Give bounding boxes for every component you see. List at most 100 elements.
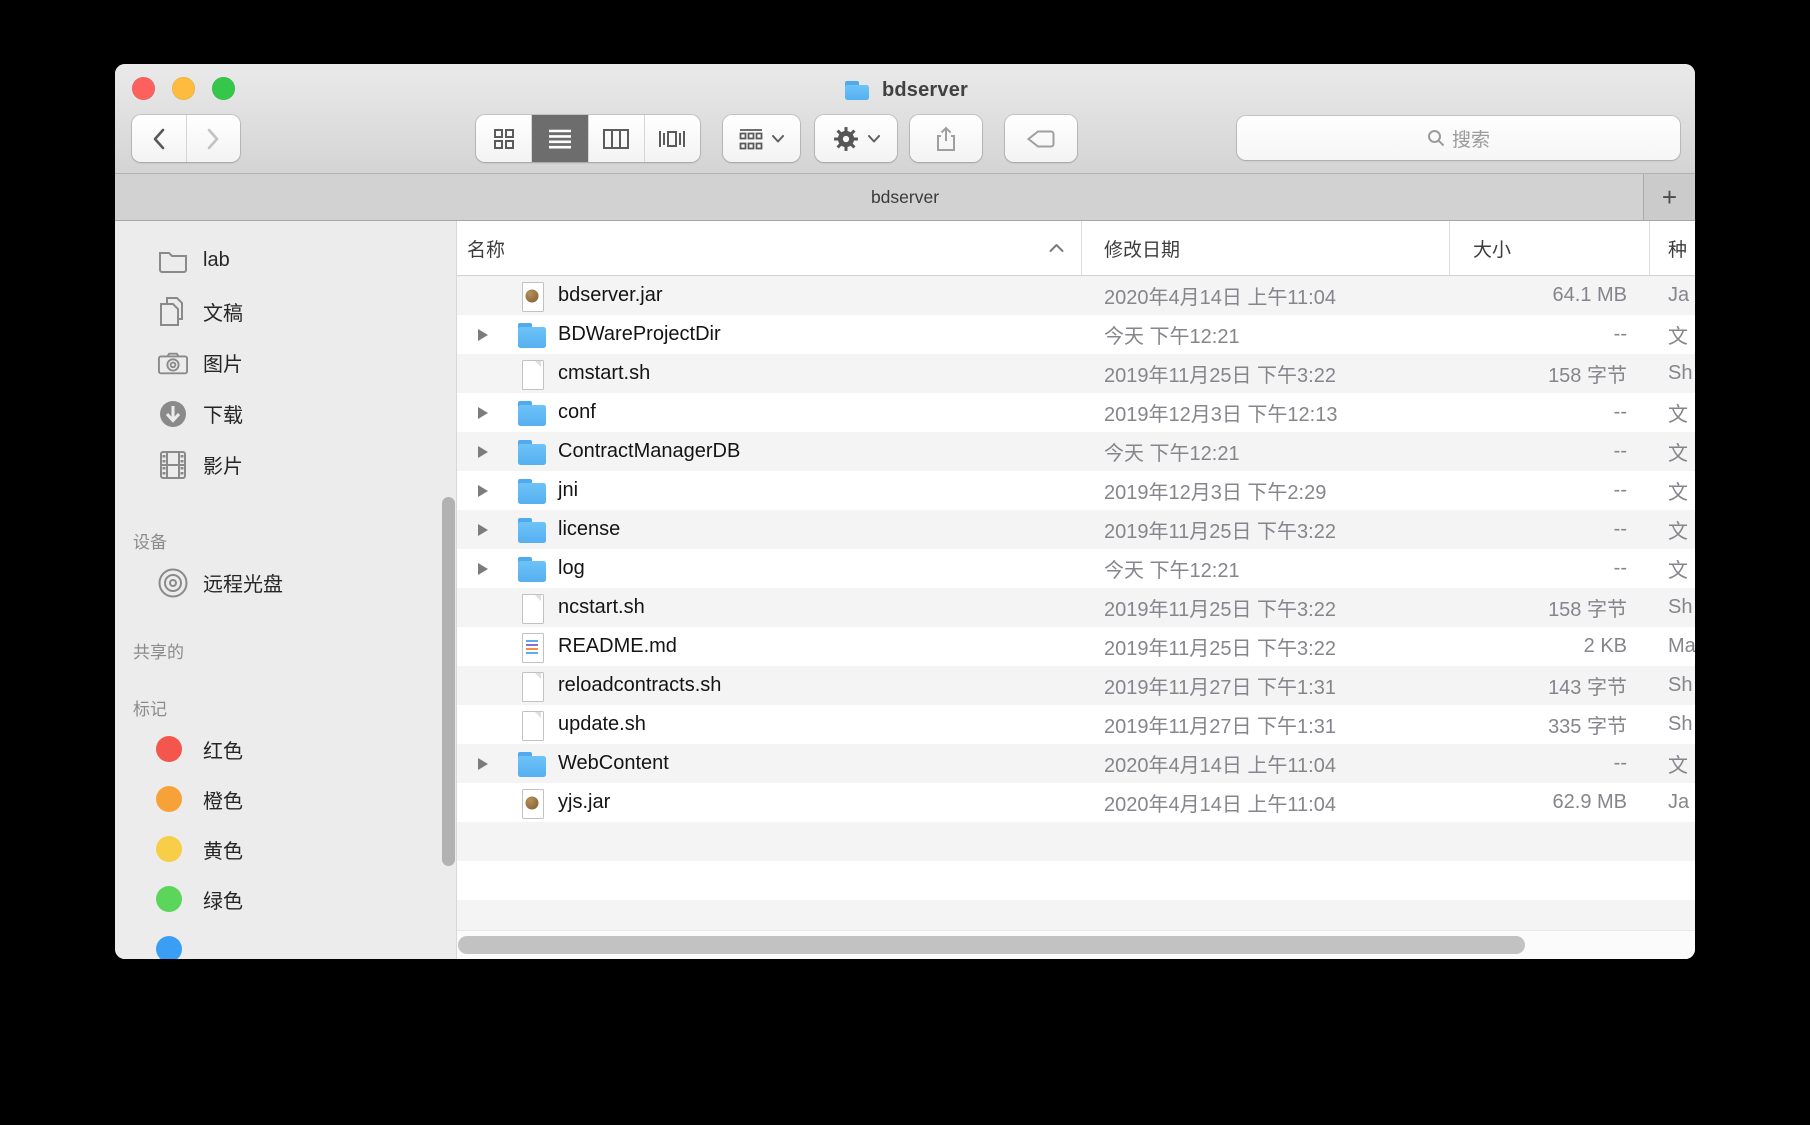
table-row[interactable]: conf 2019年12月3日 下午12:13 -- 文 [457,393,1695,432]
file-kind: 文 [1650,437,1695,466]
sidebar-favorites: lab 文稿 图片 下载 影片 [115,235,456,490]
action-button[interactable] [815,115,897,162]
jar-icon [515,787,549,819]
chevron-right-icon [206,127,220,151]
icon-view-button[interactable] [476,115,531,162]
sidebar-scrollbar[interactable] [442,497,455,866]
sidebar-item-lab[interactable]: lab [115,235,456,286]
sidebar-item-远程光盘[interactable]: 远程光盘 [115,557,456,608]
table-row[interactable]: reloadcontracts.sh 2019年11月27日 下午1:31 14… [457,666,1695,705]
folder-icon [515,319,549,351]
file-kind: 文 [1650,320,1695,349]
sidebar-item-下载[interactable]: 下载 [115,388,456,439]
file-kind: Sh [1650,596,1695,619]
folder-icon [842,77,872,103]
list-view-button[interactable] [531,115,587,162]
empty-row [457,861,1695,900]
file-size: 143 字节 [1450,671,1650,700]
sidebar-section-shared: 共享的 [115,633,456,667]
file-date-modified: 2019年11月27日 下午1:31 [1082,671,1450,700]
disclosure-triangle[interactable] [478,446,494,458]
sidebar-item-tag[interactable]: 橙色 [115,774,456,824]
disclosure-triangle-icon [478,407,488,419]
arrange-button[interactable] [723,115,800,162]
table-row[interactable]: ncstart.sh 2019年11月25日 下午3:22 158 字节 Sh [457,588,1695,627]
sidebar-item-tag[interactable] [115,924,456,959]
disclosure-triangle[interactable] [478,563,494,575]
file-name: yjs.jar [558,791,610,814]
file-kind: 文 [1650,476,1695,505]
table-row[interactable]: BDWareProjectDir 今天 下午12:21 -- 文 [457,315,1695,354]
file-size: -- [1450,557,1650,580]
table-row[interactable]: log 今天 下午12:21 -- 文 [457,549,1695,588]
horizontal-scrollbar-thumb[interactable] [458,936,1525,954]
disclosure-triangle[interactable] [478,602,494,614]
column-header-name[interactable]: 名称 [457,221,1082,275]
table-row[interactable]: yjs.jar 2020年4月14日 上午11:04 62.9 MB Ja [457,783,1695,822]
column-header-kind[interactable]: 种 [1650,221,1695,275]
disclosure-triangle[interactable] [478,797,494,809]
tags-button[interactable] [1005,115,1077,162]
disclosure-triangle-icon [478,329,488,341]
search-field[interactable]: 搜索 [1237,116,1680,160]
chevron-down-icon [772,135,784,143]
doc-icon [515,709,549,741]
disc-icon [158,568,188,598]
disclosure-triangle[interactable] [478,719,494,731]
coverflow-view-button[interactable] [644,115,700,162]
window-title-row: bdserver [115,73,1695,107]
table-row[interactable]: update.sh 2019年11月27日 下午1:31 335 字节 Sh [457,705,1695,744]
coverflow-view-icon [658,129,686,149]
file-name: conf [558,401,596,424]
sidebar-item-label: 远程光盘 [203,568,283,597]
sidebar-item-文稿[interactable]: 文稿 [115,286,456,337]
sidebar-item-label: 图片 [203,348,243,377]
table-row[interactable]: WebContent 2020年4月14日 上午11:04 -- 文 [457,744,1695,783]
file-size: -- [1450,518,1650,541]
tab-bdserver[interactable]: bdserver [871,187,939,208]
disclosure-triangle[interactable] [478,524,494,536]
column-view-button[interactable] [588,115,644,162]
readme-icon [515,631,549,663]
disclosure-triangle[interactable] [478,407,494,419]
downloads-icon [158,399,188,429]
table-row[interactable]: cmstart.sh 2019年11月25日 下午3:22 158 字节 Sh [457,354,1695,393]
file-name: log [558,557,585,580]
sidebar-item-tag[interactable]: 黄色 [115,824,456,874]
disclosure-triangle[interactable] [478,485,494,497]
disclosure-triangle[interactable] [478,290,494,302]
file-name: update.sh [558,713,646,736]
table-row[interactable]: license 2019年11月25日 下午3:22 -- 文 [457,510,1695,549]
file-rows: bdserver.jar 2020年4月14日 上午11:04 64.1 MB … [457,276,1695,939]
file-date-modified: 今天 下午12:21 [1082,320,1450,349]
file-size: -- [1450,440,1650,463]
new-tab-button[interactable]: + [1643,174,1695,220]
file-size: 64.1 MB [1450,284,1650,307]
sidebar-item-tag[interactable]: 红色 [115,724,456,774]
jar-icon [515,280,549,312]
table-row[interactable]: bdserver.jar 2020年4月14日 上午11:04 64.1 MB … [457,276,1695,315]
share-button[interactable] [910,115,982,162]
file-kind: Ja [1650,284,1695,307]
file-list-pane: 名称 修改日期 大小 种 bdserver.jar [457,221,1695,959]
column-header-date-modified[interactable]: 修改日期 [1082,221,1450,275]
file-size: 2 KB [1450,635,1650,658]
disclosure-triangle[interactable] [478,680,494,692]
table-row[interactable]: README.md 2019年11月25日 下午3:22 2 KB Ma [457,627,1695,666]
table-row[interactable]: ContractManagerDB 今天 下午12:21 -- 文 [457,432,1695,471]
forward-button[interactable] [186,115,241,162]
disclosure-triangle[interactable] [478,758,494,770]
column-header-size[interactable]: 大小 [1450,221,1650,275]
file-date-modified: 2019年12月3日 下午2:29 [1082,476,1450,505]
file-name: README.md [558,635,677,658]
disclosure-triangle[interactable] [478,368,494,380]
back-button[interactable] [132,115,186,162]
sidebar-item-图片[interactable]: 图片 [115,337,456,388]
disclosure-triangle[interactable] [478,641,494,653]
sort-ascending-icon [1049,244,1064,253]
disclosure-triangle[interactable] [478,329,494,341]
table-row[interactable]: jni 2019年12月3日 下午2:29 -- 文 [457,471,1695,510]
file-size: -- [1450,752,1650,775]
sidebar-item-tag[interactable]: 绿色 [115,874,456,924]
sidebar-item-影片[interactable]: 影片 [115,439,456,490]
